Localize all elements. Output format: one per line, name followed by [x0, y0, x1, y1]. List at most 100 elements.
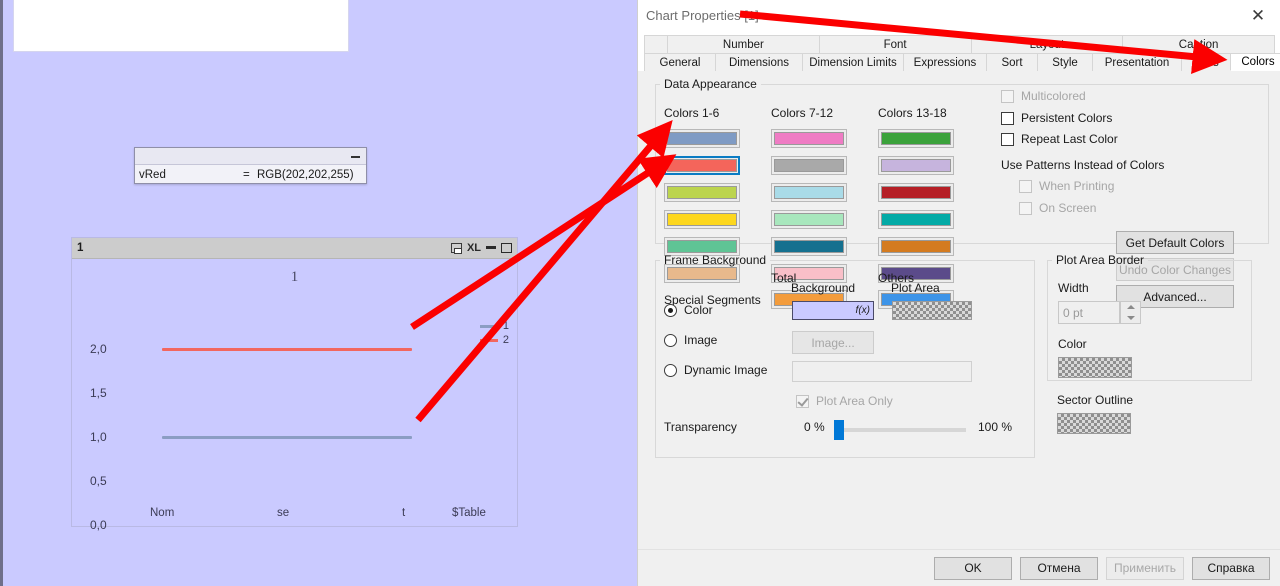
get-default-colors-button[interactable]: Get Default Colors	[1116, 231, 1234, 254]
x-tick-label: Nom	[150, 507, 175, 519]
variable-value: RGB(202,202,255)	[257, 168, 354, 181]
chart-plot-area[interactable]: 1 2,0 1,5 1,0 0,5 0,0 Nom se t $Table 1	[72, 259, 517, 532]
checkbox-multicolored[interactable]: Multicolored	[1001, 89, 1086, 103]
checkbox-persistent-colors[interactable]: Persistent Colors	[1001, 111, 1112, 125]
dialog-body: Data Appearance Colors 1-6 Colors 7-12 C…	[638, 71, 1280, 586]
transparency-min-label: 0 %	[804, 420, 825, 434]
minimize-icon[interactable]	[351, 156, 360, 158]
radio-ring	[664, 303, 677, 317]
variable-box-titlebar	[135, 148, 366, 165]
tab-dimension-limits[interactable]: Dimension Limits	[802, 53, 904, 71]
qlikview-document-background: vRed = RGB(202,202,255) 1 XL 1 2,0 1,5 1…	[0, 0, 640, 586]
use-patterns-heading: Use Patterns Instead of Colors	[1001, 158, 1165, 172]
tab-spacer-left	[644, 35, 668, 53]
variable-overview-box[interactable]: vRed = RGB(202,202,255)	[134, 147, 367, 184]
chart-title: 1	[290, 269, 299, 285]
series-line-1	[162, 436, 412, 439]
tab-caption[interactable]: Caption	[1122, 35, 1275, 53]
checkbox-repeat-last-color[interactable]: Repeat Last Color	[1001, 132, 1118, 146]
color-swatch-13[interactable]	[878, 129, 954, 148]
width-input[interactable]: 0 pt	[1058, 301, 1120, 324]
color-swatch-9[interactable]	[771, 183, 847, 202]
tab-number[interactable]: Number	[667, 35, 820, 53]
plot-area-label: Plot Area	[891, 281, 940, 295]
legend-swatch	[479, 338, 498, 342]
tab-general[interactable]: General	[644, 53, 716, 71]
transparency-slider-thumb[interactable]	[834, 420, 844, 440]
tab-presentation[interactable]: Presentation	[1092, 53, 1182, 71]
radio-image[interactable]: Image	[664, 333, 717, 347]
radio-color[interactable]: Color	[664, 303, 713, 317]
apply-button[interactable]: Применить	[1106, 556, 1184, 580]
color-swatch-10[interactable]	[771, 210, 847, 229]
checkbox-label: Persistent Colors	[1021, 111, 1113, 125]
plot-area-color-swatch[interactable]	[892, 301, 972, 320]
color-swatch-16[interactable]	[878, 210, 954, 229]
sector-outline-swatch[interactable]	[1057, 413, 1131, 434]
cancel-button[interactable]: Отмена	[1020, 556, 1098, 580]
color-swatch-15[interactable]	[878, 183, 954, 202]
background-label: Background	[791, 281, 856, 295]
tab-axes[interactable]: Axes	[1181, 53, 1231, 71]
chart-caption-bar[interactable]: 1 XL	[72, 238, 517, 259]
help-button[interactable]: Справка	[1192, 556, 1270, 580]
color-swatch-7[interactable]	[771, 129, 847, 148]
radio-label: Image	[684, 333, 718, 347]
chart-caption-text: 1	[77, 242, 84, 254]
color-swatch-2[interactable]	[664, 156, 740, 175]
checkbox-box	[796, 394, 809, 408]
border-color-swatch[interactable]	[1058, 357, 1132, 378]
color-swatch-4[interactable]	[664, 210, 740, 229]
sector-outline-label: Sector Outline	[1057, 393, 1134, 407]
y-tick-label: 1,5	[90, 386, 107, 400]
background-color-swatch[interactable]: f(x)	[792, 301, 874, 320]
legend-swatch	[479, 324, 498, 328]
close-icon[interactable]: ✕	[1236, 0, 1280, 31]
radio-dynamic-image[interactable]: Dynamic Image	[664, 363, 767, 377]
tab-layout[interactable]: Layout	[970, 35, 1124, 53]
checkbox-label: Plot Area Only	[816, 394, 893, 408]
chart-object[interactable]: 1 XL 1 2,0 1,5 1,0 0,5 0,0 Nom se t $Tab…	[71, 237, 518, 532]
tab-expressions[interactable]: Expressions	[903, 53, 987, 71]
ok-button[interactable]: OK	[934, 556, 1012, 580]
chevron-down-icon[interactable]	[1126, 315, 1135, 320]
color-swatch-8[interactable]	[771, 156, 847, 175]
dialog-title: Chart Properties [1]	[646, 8, 759, 23]
data-appearance-legend: Data Appearance	[664, 77, 757, 91]
checkbox-when-printing[interactable]: When Printing	[1019, 179, 1114, 193]
color-swatch-1[interactable]	[664, 129, 740, 148]
export-xl-icon[interactable]: XL	[467, 242, 481, 254]
tab-dimensions[interactable]: Dimensions	[715, 53, 803, 71]
transparency-slider-track[interactable]	[834, 420, 966, 440]
x-tick-label: $Table	[452, 507, 486, 519]
tab-colors[interactable]: Colors	[1230, 53, 1280, 71]
tab-sort[interactable]: Sort	[986, 53, 1038, 71]
radio-ring	[664, 333, 677, 347]
chevron-up-icon[interactable]	[1126, 305, 1135, 310]
background-fx-label: f(x)	[855, 305, 870, 316]
checkbox-plot-area-only[interactable]: Plot Area Only	[796, 394, 893, 408]
tab-font[interactable]: Font	[818, 35, 972, 53]
color-swatch-3[interactable]	[664, 183, 740, 202]
dynamic-image-input[interactable]	[792, 361, 972, 382]
color-swatch-14[interactable]	[878, 156, 954, 175]
tab-style[interactable]: Style	[1037, 53, 1093, 71]
plot-area-border-group: Plot Area Border Width 0 pt Color	[1047, 253, 1252, 381]
dialog-titlebar: Chart Properties [1] ✕	[638, 0, 1280, 31]
variable-row: vRed = RGB(202,202,255)	[135, 165, 366, 184]
legend-item: 2	[479, 333, 509, 347]
minimize-icon[interactable]	[486, 246, 496, 249]
y-tick-label: 0,5	[90, 474, 107, 488]
maximize-icon[interactable]	[501, 243, 512, 253]
checkbox-on-screen[interactable]: On Screen	[1019, 201, 1096, 215]
chart-caption-icons: XL	[450, 242, 512, 254]
x-tick-label: t	[402, 507, 406, 519]
frame-background-legend: Frame Background	[664, 253, 767, 267]
colors-1-6-label: Colors 1-6	[664, 106, 720, 120]
width-stepper[interactable]	[1120, 301, 1141, 324]
image-button[interactable]: Image...	[792, 331, 874, 354]
radio-label: Dynamic Image	[684, 363, 768, 377]
print-icon[interactable]	[450, 243, 462, 254]
tabstrip: Number Font Layout Caption General Dimen…	[638, 31, 1280, 71]
legend-label: 1	[502, 320, 509, 332]
